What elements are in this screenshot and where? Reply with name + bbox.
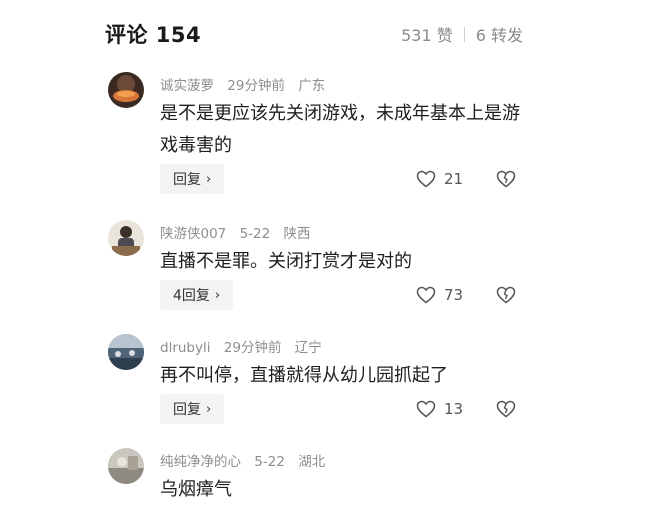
comment-time: 29分钟前 — [223, 340, 282, 356]
chevron-right-icon: › — [206, 171, 212, 187]
comments-header: 评论 154 531 赞 6 转发 — [105, 18, 523, 50]
comment-location: 广东 — [298, 78, 326, 94]
chevron-right-icon: › — [206, 401, 212, 417]
comment-time: 5-22 — [254, 454, 285, 470]
comment-item: 纯纯净净的心 5-22 湖北 乌烟瘴气 — [108, 448, 522, 510]
comment-time: 29分钟前 — [227, 78, 285, 94]
comment-item: 陕游侠007 5-22 陕西 直播不是罪。关闭打赏才是对的 4回复 › 73 — [108, 220, 522, 310]
comment-username[interactable]: 陕游侠007 — [160, 226, 226, 242]
like-button[interactable]: 73 — [416, 286, 463, 304]
thumbs-down-icon — [496, 170, 516, 188]
reply-button[interactable]: 回复 › — [160, 394, 225, 424]
comment-text: 乌烟瘴气 — [160, 479, 232, 500]
shares-count[interactable]: 6 转发 — [476, 22, 523, 46]
avatar[interactable] — [108, 448, 144, 484]
comment-username[interactable]: 纯纯净净的心 — [160, 454, 241, 470]
avatar[interactable] — [108, 220, 144, 256]
reply-label: 4回复 — [173, 288, 210, 304]
comment-meta: 陕游侠007 5-22 陕西 — [160, 222, 320, 242]
chevron-right-icon: › — [214, 287, 221, 303]
heart-outline-icon — [416, 286, 436, 304]
comment-text: 直播不是罪。关闭打赏才是对的 — [160, 251, 412, 272]
comment-time: 5-22 — [239, 226, 271, 242]
comments-title: 评论 154 — [105, 23, 202, 47]
reply-label: 回复 — [173, 402, 201, 418]
comment-meta: 诚实菠萝 29分钟前 广东 — [160, 74, 334, 94]
comment-text: 再不叫停，直播就得从幼儿园抓起了 — [160, 365, 448, 386]
reply-button[interactable]: 回复 › — [160, 164, 225, 194]
avatar[interactable] — [108, 334, 144, 370]
comment-username[interactable]: dlrubyli — [160, 340, 211, 356]
like-count: 13 — [444, 400, 464, 418]
comment-location: 陕西 — [283, 226, 311, 242]
dislike-button[interactable] — [496, 170, 516, 192]
heart-outline-icon — [416, 170, 436, 188]
comment-text: 是不是更应该先关闭游戏，未成年基本上是游戏毒害的 — [160, 103, 520, 156]
dislike-button[interactable] — [496, 286, 516, 308]
comment-username[interactable]: 诚实菠萝 — [160, 78, 214, 94]
comment-location: 辽宁 — [294, 340, 322, 356]
header-stats: 531 赞 6 转发 — [401, 22, 523, 46]
dislike-button[interactable] — [496, 400, 516, 422]
comment-meta: dlrubyli 29分钟前 辽宁 — [160, 336, 331, 356]
avatar[interactable] — [108, 72, 144, 108]
like-count: 73 — [444, 286, 464, 304]
reply-label: 回复 — [173, 172, 201, 188]
thumbs-down-icon — [496, 400, 516, 418]
comments-panel: 评论 154 531 赞 6 转发 诚实菠萝 29分钟前 广东 是不是更应该先关… — [0, 0, 660, 510]
stats-divider — [463, 26, 465, 42]
comment-meta: 纯纯净净的心 5-22 湖北 — [160, 450, 334, 470]
comment-location: 湖北 — [298, 454, 326, 470]
heart-outline-icon — [416, 400, 436, 418]
comment-item: dlrubyli 29分钟前 辽宁 再不叫停，直播就得从幼儿园抓起了 回复 › … — [108, 334, 522, 424]
thumbs-down-icon — [496, 286, 516, 304]
reply-button[interactable]: 4回复 › — [160, 280, 234, 310]
likes-count[interactable]: 531 赞 — [401, 22, 453, 46]
comment-item: 诚实菠萝 29分钟前 广东 是不是更应该先关闭游戏，未成年基本上是游戏毒害的 回… — [108, 72, 522, 198]
like-button[interactable]: 21 — [416, 170, 463, 188]
like-count: 21 — [444, 170, 464, 188]
like-button[interactable]: 13 — [416, 400, 463, 418]
